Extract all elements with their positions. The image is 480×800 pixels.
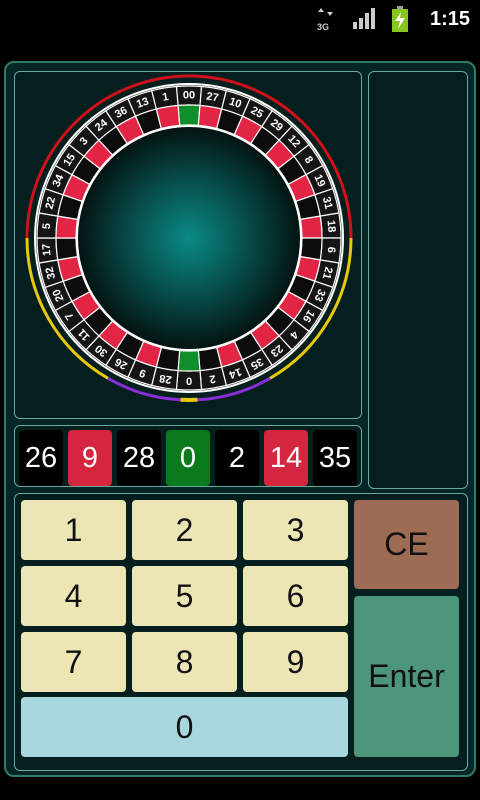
roulette-app: 00 27 10 25 29 12 8 19 31 18 6 21 33 16 4 23 35 14 2 0 28 9 26… — [4, 61, 476, 777]
network-label: 3G — [317, 22, 329, 32]
wheel-panel: 00 27 10 25 29 12 8 19 31 18 6 21 33 16 4 23 35 14 2 0 28 9 26… — [14, 71, 362, 419]
key-4[interactable]: 4 — [21, 566, 126, 626]
network-3g-icon: 3G — [317, 8, 333, 32]
battery-charging-icon — [392, 6, 408, 32]
status-bar: 3G 1:15 — [0, 0, 480, 38]
wheel-number-label: 17 — [41, 243, 54, 256]
wheel-number-label: 5 — [41, 223, 53, 230]
side-panel — [368, 71, 468, 489]
wheel-pocket — [197, 346, 223, 372]
wheel-pocket — [177, 349, 201, 372]
wheel-number-label: 18 — [325, 220, 338, 233]
key-8[interactable]: 8 — [132, 632, 237, 692]
history-number: 35 — [313, 430, 357, 486]
enter-button[interactable]: Enter — [354, 596, 459, 757]
wheel-number-label: 28 — [159, 372, 173, 386]
key-5[interactable]: 5 — [132, 566, 237, 626]
key-2[interactable]: 2 — [132, 500, 237, 560]
history-number: 9 — [68, 430, 112, 486]
key-7[interactable]: 7 — [21, 632, 126, 692]
wheel-bowl — [78, 127, 300, 349]
key-0[interactable]: 0 — [21, 697, 348, 757]
wheel-number-label: 27 — [205, 91, 219, 105]
keypad-panel: 1 2 3 4 5 6 7 8 9 0 CE Enter — [14, 493, 468, 771]
roulette-wheel: 00 27 102529128193118621331642335142028926… — [25, 74, 353, 402]
wheel-pocket — [155, 104, 181, 130]
key-1[interactable]: 1 — [21, 500, 126, 560]
history-number: 2 — [215, 430, 259, 486]
history-number: 14 — [264, 430, 308, 486]
wheel-number-label: 0 — [186, 375, 192, 387]
history-number: 0 — [166, 430, 210, 486]
history-number: 26 — [19, 430, 63, 486]
wheel-number-label: 6 — [325, 246, 337, 253]
clear-entry-button[interactable]: CE — [354, 500, 459, 589]
wheel-pocket — [55, 237, 79, 261]
signal-icon — [353, 8, 375, 29]
wheel-pocket — [177, 104, 201, 127]
key-3[interactable]: 3 — [243, 500, 348, 560]
clock: 1:15 — [429, 8, 470, 30]
wheel-pocket — [299, 215, 323, 239]
history-panel: 26 9 28 0 2 14 35 — [14, 425, 362, 487]
key-9[interactable]: 9 — [243, 632, 348, 692]
key-6[interactable]: 6 — [243, 566, 348, 626]
wheel-number-label: 00 — [183, 90, 195, 102]
history-number: 28 — [117, 430, 161, 486]
